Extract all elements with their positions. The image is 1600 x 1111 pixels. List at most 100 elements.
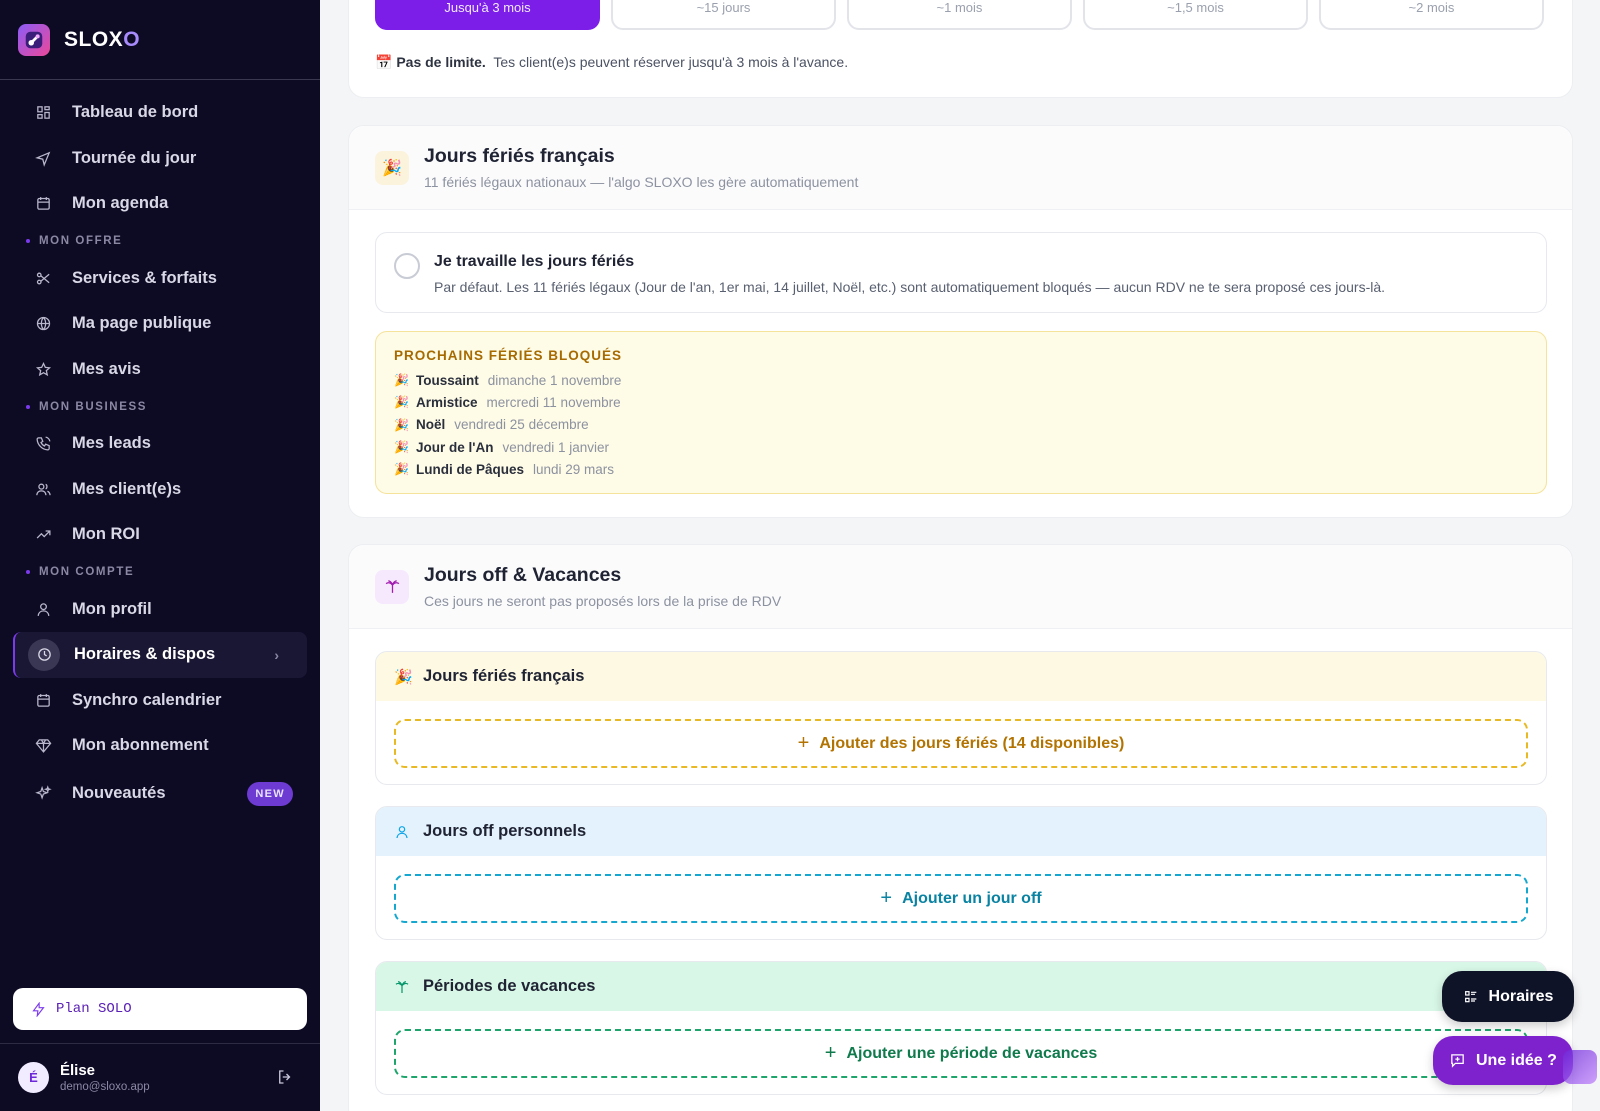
- sidebar-item-tournee[interactable]: Tournée du jour: [0, 136, 320, 182]
- sidebar-item-calendar-sync[interactable]: Synchro calendrier: [0, 678, 320, 724]
- calendar-sync-icon: [34, 691, 52, 709]
- globe-icon: [34, 315, 52, 333]
- sidebar-item-roi[interactable]: Mon ROI: [0, 512, 320, 558]
- palm-tree-icon: [394, 979, 412, 995]
- sidebar-item-label: Synchro calendrier: [72, 690, 222, 709]
- floating-idea-label: Une idée ?: [1476, 1051, 1557, 1069]
- sidebar-item-dashboard[interactable]: Tableau de bord: [0, 90, 320, 136]
- card-subtitle: Ces jours ne seront pas proposés lors de…: [424, 593, 782, 609]
- list-item: 🎉 Armistice mercredi 11 novembre: [394, 394, 621, 410]
- range-option-1-5-months[interactable]: ~1,5 mois: [1083, 0, 1308, 30]
- party-popper-icon: 🎉: [394, 395, 409, 410]
- floating-hours-button[interactable]: Horaires: [1442, 971, 1574, 1022]
- floating-idea-button[interactable]: Une idée ?: [1433, 1036, 1573, 1085]
- user-icon: [34, 600, 52, 618]
- booking-range-note: 📅 Pas de limite. Tes client(e)s peuvent …: [375, 54, 849, 70]
- user-bar: É Élise demo@sloxo.app: [0, 1043, 320, 1111]
- brand[interactable]: SLOXO: [0, 0, 320, 80]
- sidebar-item-label: Mon abonnement: [72, 736, 209, 755]
- party-popper-icon: 🎉: [375, 150, 409, 185]
- plan-button[interactable]: Plan SOLO: [13, 988, 307, 1030]
- section-mon-compte: MON COMPTE: [0, 558, 320, 587]
- users-icon: [34, 480, 52, 498]
- plus-icon: +: [824, 1042, 837, 1064]
- sidebar-item-subscription[interactable]: Mon abonnement: [0, 723, 320, 769]
- list-item: 🎉 Jour de l'An vendredi 1 janvier: [394, 439, 610, 455]
- holidays-card: 🎉 Jours fériés français 11 fériés légaux…: [348, 125, 1573, 518]
- sidebar-item-label: Mes leads: [72, 434, 151, 453]
- palm-tree-icon: [375, 569, 409, 604]
- party-popper-icon: 🎉: [394, 417, 409, 432]
- chevron-right-icon: ›: [274, 646, 279, 663]
- booking-range-card: Jusqu'à 3 mois ~15 jours ~1 mois ~1,5 mo…: [348, 0, 1573, 98]
- add-day-off-button[interactable]: + Ajouter un jour off: [394, 874, 1528, 923]
- sidebar-item-leads[interactable]: Mes leads: [0, 421, 320, 467]
- trending-up-icon: [34, 526, 52, 544]
- section-mon-business: MON BUSINESS: [0, 392, 320, 421]
- user-email: demo@sloxo.app: [60, 1081, 150, 1093]
- main-content: Jusqu'à 3 mois ~15 jours ~1 mois ~1,5 mo…: [320, 0, 1600, 1111]
- sidebar-item-news[interactable]: Nouveautés NEW: [0, 769, 320, 819]
- sidebar-item-label: Horaires & dispos: [74, 645, 216, 664]
- sidebar-item-hours[interactable]: Horaires & dispos ›: [13, 632, 307, 678]
- sparkles-icon: [34, 785, 52, 803]
- range-option-3-months[interactable]: Jusqu'à 3 mois: [375, 0, 600, 30]
- sidebar-item-services[interactable]: Services & forfaits: [0, 256, 320, 302]
- party-popper-icon: 🎉: [394, 440, 409, 455]
- star-icon: [34, 360, 52, 378]
- sidebar-item-label: Tournée du jour: [72, 148, 197, 167]
- scissors-icon: [34, 269, 52, 287]
- add-vacation-button[interactable]: + Ajouter une période de vacances: [394, 1029, 1528, 1078]
- holidays-card-header: 🎉 Jours fériés français 11 fériés légaux…: [349, 126, 1572, 210]
- calendar-icon: [34, 195, 52, 213]
- block-header: Jours off personnels: [376, 807, 1546, 856]
- card-subtitle: 11 fériés légaux nationaux — l'algo SLOX…: [424, 174, 859, 190]
- plan-label: Plan SOLO: [56, 1001, 132, 1017]
- user-icon: [394, 824, 412, 840]
- sidebar-item-profile[interactable]: Mon profil: [0, 587, 320, 633]
- avatar[interactable]: É: [18, 1062, 49, 1093]
- range-option-15-days[interactable]: ~15 jours: [611, 0, 836, 30]
- phone-icon: [34, 435, 52, 453]
- sidebar-item-label: Mon ROI: [72, 525, 140, 544]
- clock-icon: [28, 638, 60, 671]
- floating-hours-label: Horaires: [1488, 987, 1554, 1005]
- dashboard-icon: [34, 104, 52, 122]
- sloxo-logo-icon: [18, 23, 50, 56]
- list-icon: [1464, 990, 1476, 1002]
- toggle-description: Par défaut. Les 11 fériés légaux (Jour d…: [434, 279, 1386, 295]
- list-item: 🎉 Lundi de Pâques lundi 29 mars: [394, 461, 615, 477]
- message-plus-icon: [1451, 1054, 1464, 1068]
- sidebar-item-label: Ma page publique: [72, 314, 212, 333]
- sloxo-mini-logo-icon[interactable]: [1563, 1050, 1597, 1084]
- work-holidays-toggle[interactable]: Je travaille les jours fériés Par défaut…: [375, 232, 1547, 313]
- sidebar-item-label: Mon profil: [72, 599, 152, 618]
- diamond-icon: [34, 737, 52, 755]
- upcoming-title: PROCHAINS FÉRIÉS BLOQUÉS: [394, 348, 623, 363]
- range-option-2-months[interactable]: ~2 mois: [1319, 0, 1544, 30]
- booking-range-options: Jusqu'à 3 mois ~15 jours ~1 mois ~1,5 mo…: [375, 0, 1544, 30]
- sidebar-item-label: Mes client(e)s: [72, 479, 182, 498]
- sidebar-item-clients[interactable]: Mes client(e)s: [0, 467, 320, 513]
- block-header: 🎉 Jours fériés français: [376, 652, 1546, 701]
- days-off-card-header: Jours off & Vacances Ces jours ne seront…: [349, 545, 1572, 629]
- party-popper-icon: 🎉: [394, 668, 413, 686]
- work-holidays-checkbox[interactable]: [394, 253, 420, 279]
- toggle-title: Je travaille les jours fériés: [434, 253, 635, 270]
- sidebar-item-reviews[interactable]: Mes avis: [0, 347, 320, 393]
- sidebar-item-public-page[interactable]: Ma page publique: [0, 301, 320, 347]
- sidebar-nav: Tableau de bord Tournée du jour Mon agen…: [0, 80, 320, 819]
- sidebar-item-agenda[interactable]: Mon agenda: [0, 181, 320, 227]
- block-header: Périodes de vacances: [376, 962, 1546, 1011]
- vacation-periods-block: Périodes de vacances + Ajouter une périod…: [375, 961, 1547, 1095]
- range-option-1-month[interactable]: ~1 mois: [847, 0, 1072, 30]
- sidebar-item-label: Mon agenda: [72, 194, 169, 213]
- section-mon-offre: MON OFFRE: [0, 227, 320, 256]
- add-holidays-button[interactable]: + Ajouter des jours fériés (14 disponible…: [394, 719, 1528, 768]
- upcoming-holidays: PROCHAINS FÉRIÉS BLOQUÉS 🎉 Toussaint diman…: [375, 331, 1547, 494]
- sidebar: SLOXO Tableau de bord Tournée du jour Mo…: [0, 0, 320, 1111]
- logout-icon[interactable]: [276, 1068, 294, 1091]
- new-badge: NEW: [247, 781, 293, 806]
- calendar-emoji-icon: 📅: [375, 54, 393, 70]
- sidebar-item-label: Tableau de bord: [72, 103, 199, 122]
